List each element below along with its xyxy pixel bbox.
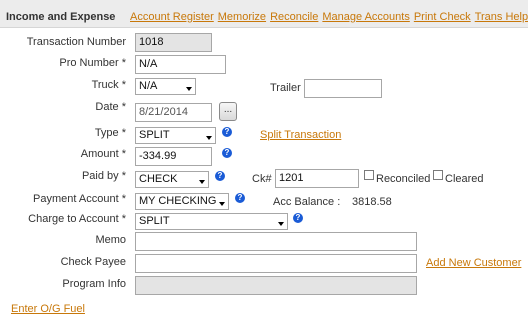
pro-number-label: Pro Number * xyxy=(59,57,126,69)
account-balance-label: Acc Balance : xyxy=(273,196,341,208)
check-payee-label: Check Payee xyxy=(60,256,126,268)
trans-help-link[interactable]: Trans Help xyxy=(475,11,528,23)
payment-account-label: Payment Account * xyxy=(33,193,126,205)
check-number-input[interactable]: 1201 xyxy=(275,169,359,188)
payment-account-select[interactable]: MY CHECKING xyxy=(135,193,229,210)
transaction-number-label: Transaction Number xyxy=(26,36,126,48)
memo-input[interactable] xyxy=(135,232,417,251)
transaction-number-field: 1018 xyxy=(135,33,212,52)
payment-account-select-value: MY CHECKING xyxy=(139,195,217,207)
reconciled-checkbox[interactable] xyxy=(364,170,374,180)
help-icon[interactable]: ? xyxy=(222,127,232,137)
check-payee-input[interactable] xyxy=(135,254,417,273)
add-new-customer-link[interactable]: Add New Customer xyxy=(426,257,521,269)
charge-to-account-label: Charge to Account * xyxy=(28,213,126,225)
toolbar-links: Account Register Memorize Reconcile Manage … xyxy=(130,11,528,23)
enter-fuel-link[interactable]: Enter O/G Fuel xyxy=(11,303,85,315)
split-transaction-link[interactable]: Split Transaction xyxy=(260,129,341,141)
truck-label: Truck * xyxy=(91,79,126,91)
date-input[interactable]: 8/21/2014 xyxy=(135,103,212,122)
charge-to-account-select[interactable]: SPLIT xyxy=(135,213,288,230)
program-info-field xyxy=(135,276,417,295)
paid-by-select[interactable]: CHECK xyxy=(135,171,209,188)
memorize-link[interactable]: Memorize xyxy=(218,11,266,23)
check-number-label: Ck# xyxy=(252,173,272,185)
type-label: Type * xyxy=(94,127,126,139)
cleared-checkbox[interactable] xyxy=(433,170,443,180)
chevron-down-icon xyxy=(278,222,284,226)
trailer-label: Trailer xyxy=(270,82,301,94)
truck-select[interactable]: N/A xyxy=(135,78,196,95)
chevron-down-icon xyxy=(206,136,212,140)
chevron-down-icon xyxy=(219,202,225,206)
paid-by-label: Paid by * xyxy=(81,170,126,182)
type-select-value: SPLIT xyxy=(139,129,170,141)
type-select[interactable]: SPLIT xyxy=(135,127,216,144)
pro-number-input[interactable]: N/A xyxy=(135,55,226,74)
help-icon[interactable]: ? xyxy=(215,171,225,181)
charge-to-account-select-value: SPLIT xyxy=(139,215,170,227)
date-label: Date * xyxy=(95,101,126,113)
top-toolbar: Income and Expense Account Register Memor… xyxy=(0,0,528,28)
cleared-label: Cleared xyxy=(445,173,484,185)
help-icon[interactable]: ? xyxy=(222,148,232,158)
reconcile-link[interactable]: Reconcile xyxy=(270,11,318,23)
manage-accounts-link[interactable]: Manage Accounts xyxy=(322,11,409,23)
truck-select-value: N/A xyxy=(139,80,158,92)
program-info-label: Program Info xyxy=(62,278,126,290)
memo-label: Memo xyxy=(95,234,126,246)
trailer-input[interactable] xyxy=(304,79,382,98)
account-register-link[interactable]: Account Register xyxy=(130,11,214,23)
reconciled-label: Reconciled xyxy=(376,173,431,185)
account-balance-value: 3818.58 xyxy=(352,196,392,208)
chevron-down-icon xyxy=(186,87,192,91)
paid-by-select-value: CHECK xyxy=(139,173,178,185)
print-check-link[interactable]: Print Check xyxy=(414,11,471,23)
page-title: Income and Expense xyxy=(6,11,116,23)
help-icon[interactable]: ? xyxy=(235,193,245,203)
help-icon[interactable]: ? xyxy=(293,213,303,223)
amount-label: Amount * xyxy=(80,148,126,160)
chevron-down-icon xyxy=(199,180,205,184)
date-picker-button[interactable]: ... xyxy=(219,102,237,121)
amount-input[interactable]: -334.99 xyxy=(135,147,212,166)
